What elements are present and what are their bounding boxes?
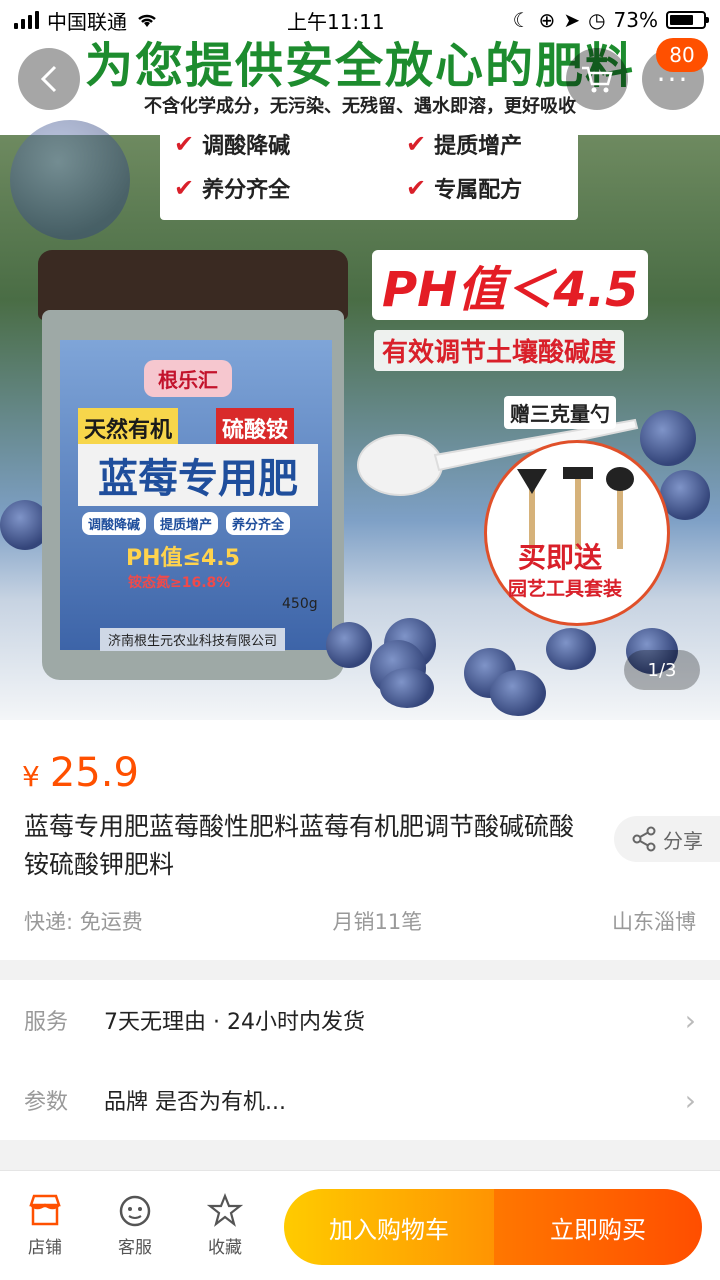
spoon-note: 赠三克量勺 [504,396,616,429]
benefit-item: ✔ 调酸降碱 [174,130,291,159]
price-value: 25.9 [49,750,139,796]
blueberry-decor [326,622,372,668]
carrier-name: 中国联通 [47,9,127,34]
star-icon [207,1193,243,1227]
blueberry-decor [10,120,130,240]
price: ¥ 25.9 [22,750,139,796]
signal-icon [14,11,39,29]
jar-product-name: 蓝莓专用肥 [78,444,318,506]
check-icon: ✔ [406,130,427,158]
jar-tag-organic: 天然有机 [78,408,179,448]
blueberry-decor [380,668,434,708]
jar-chip: 调酸降碱 [82,512,147,535]
benefit-item: ✔ 提质增产 [406,130,523,159]
add-to-cart-button[interactable]: 加入购物车 [284,1189,494,1265]
gift-title: 买即送 [518,541,603,574]
buy-now-button[interactable]: 立即购买 [494,1189,702,1265]
share-icon [632,826,656,852]
product-image-carousel[interactable]: 为您提供安全放心的肥料 不含化学成分，无污染、无残留、遇水即溶，更好吸收 ✔ 调酸… [0,0,720,720]
currency-symbol: ¥ [22,760,40,793]
blueberry-decor [546,628,596,670]
jar-chips: 调酸降碱 提质增产 养分齐全 [82,512,291,535]
battery-icon [665,11,709,29]
shipping-info: 快递: 免运费 [24,910,143,934]
service-section: 服务 7天无理由 · 24小时内发货 › 参数 品牌 是否为有机... › [0,980,720,1140]
customer-service-button[interactable]: 客服 [90,1193,180,1258]
service-row-key: 服务 [24,1010,69,1035]
cart-button[interactable] [566,48,628,110]
chevron-right-icon: › [684,1083,696,1117]
jar-weight: 450g [282,596,318,612]
jar-chip: 养分齐全 [226,512,291,535]
shop-button[interactable]: 店铺 [0,1193,90,1258]
service-row-value: 7天无理由 · 24小时内发货 [104,1010,365,1035]
product-meta: 快递: 免运费 月销11笔 山东淄博 [24,906,696,936]
shop-icon [29,1194,61,1226]
image-counter: 1/3 [624,650,700,690]
cart-count-badge: 80 [656,38,708,72]
jar-ph: PH值≤4.5 [126,546,240,571]
shop-label: 店铺 [28,1238,62,1258]
alarm-icon: ◷ [588,8,606,32]
back-button[interactable] [18,48,80,110]
check-icon: ✔ [406,174,427,202]
cart-icon [582,66,613,93]
blueberry-decor [490,670,546,716]
params-row-value: 品牌 是否为有机... [104,1090,286,1115]
check-icon: ✔ [174,130,195,158]
benefit-item: ✔ 养分齐全 [174,174,291,203]
moon-icon: ☾ [512,8,531,32]
battery-percent: 73% [613,8,658,32]
clock: 上午11:11 [286,9,385,34]
bottom-action-bar: 店铺 客服 收藏 加入购物车 立即购买 [0,1170,720,1280]
monthly-sales: 月销11笔 [332,910,423,934]
ph-note: 有效调节土壤酸碱度 [374,330,625,371]
customer-service-label: 客服 [118,1238,152,1258]
customer-service-icon [119,1195,151,1227]
status-bar: 中国联通 上午11:11 ☾ ⊕ ➤ ◷ 73% [0,0,720,40]
service-row[interactable]: 服务 7天无理由 · 24小时内发货 › [0,980,720,1060]
jar-nitrogen: 铵态氮≥16.8% [128,575,231,591]
check-icon: ✔ [174,174,195,202]
blueberry-decor [640,410,696,466]
product-title: 蓝莓专用肥蓝莓酸性肥料蓝莓有机肥调节酸碱硫酸铵硫酸钾肥料 [24,812,575,879]
share-label: 分享 [663,828,703,853]
wifi-icon [138,14,156,27]
benefit-box: ✔ 调酸降碱 ✔ 提质增产 ✔ 养分齐全 ✔ 专属配方 [160,118,578,220]
chevron-right-icon: › [684,1003,696,1037]
gift-subtitle: 园艺工具套装 [508,578,623,600]
benefit-item: ✔ 专属配方 [406,174,523,203]
ph-claim: PH值＜4.5 [372,250,649,320]
location-icon: ➤ [563,8,581,32]
favorite-label: 收藏 [208,1238,242,1258]
lock-rotation-icon: ⊕ [538,8,556,32]
params-row[interactable]: 参数 品牌 是否为有机... › [0,1060,720,1140]
product-info: ¥ 25.9 蓝莓专用肥蓝莓酸性肥料蓝莓有机肥调节酸碱硫酸铵硫酸钾肥料 分享 快… [0,720,720,960]
jar-tag-ammonium: 硫酸铵 [216,408,295,448]
jar-company: 济南根生元农业科技有限公司 [100,628,286,651]
ship-location: 山东淄博 [612,910,696,934]
jar-brand: 根乐汇 [144,360,232,397]
share-button[interactable]: 分享 [614,816,720,862]
jar-chip: 提质增产 [154,512,219,535]
chevron-left-icon [40,65,57,93]
favorite-button[interactable]: 收藏 [180,1193,270,1258]
params-row-key: 参数 [24,1090,69,1115]
